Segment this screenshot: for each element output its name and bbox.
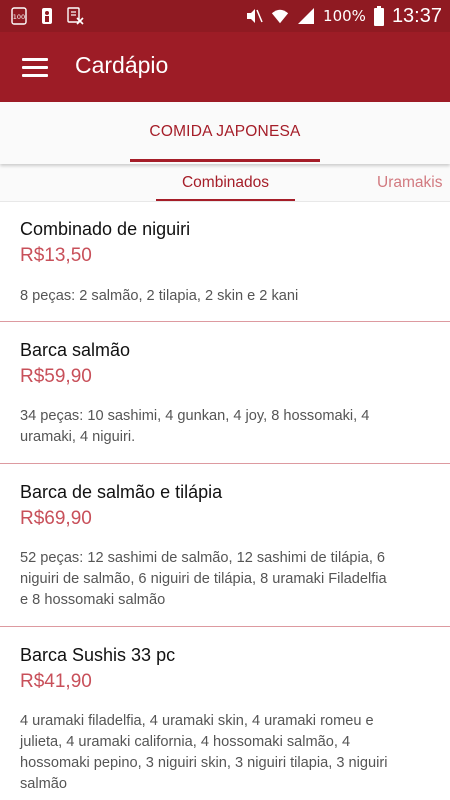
menu-list[interactable]: Combinado de niguiri R$13,50 8 peças: 2 … (0, 202, 450, 800)
page-title: Cardápio (75, 52, 169, 78)
item-price: R$59,90 (20, 366, 92, 387)
item-name: Barca Sushis 33 pc (20, 645, 176, 665)
notification-icons: 100 (10, 7, 84, 25)
tab-comida-japonesa[interactable]: COMIDA JAPONESA (130, 102, 320, 164)
description-line: 4 uramaki filadelfia, 4 uramaki skin, 4 … (20, 713, 374, 729)
item-name: Barca salmão (20, 340, 131, 360)
tab-uramakis[interactable]: Uramakis (377, 164, 443, 201)
list-item[interactable]: Barca Sushis 33 pc R$41,90 4 uramaki fil… (0, 627, 450, 800)
description-line: hossomaki pepino, 3 niguiri skin, 3 nigu… (20, 755, 388, 771)
tab-indicator (130, 159, 320, 162)
description-line: uramaki, 4 niguiri. (20, 429, 136, 445)
item-name: Combinado de niguiri (20, 219, 191, 239)
list-item[interactable]: Barca de salmão e tilápia R$69,90 52 peç… (0, 464, 450, 627)
clock: 13:37 (391, 4, 442, 27)
notification-100-icon: 100 (11, 7, 27, 25)
sub-tabs: Combinados Uramakis (0, 164, 450, 202)
item-price: R$69,90 (20, 508, 92, 529)
description-line: julieta, 4 uramaki california, 4 hossoma… (20, 734, 351, 750)
tab-label: COMIDA JAPONESA (149, 123, 301, 140)
status-bar: 100 100% 13:37 (0, 0, 450, 32)
download-notification-icon (67, 7, 84, 25)
item-description: 4 uramaki filadelfia, 4 uramaki skin, 4 … (20, 711, 387, 795)
description-line: e 8 hossomaki salmão (20, 592, 166, 608)
item-name: Barca de salmão e tilápia (20, 482, 223, 502)
list-item[interactable]: Barca salmão R$59,90 34 peças: 10 sashim… (0, 322, 450, 464)
item-description: 8 peças: 2 salmão, 2 tilapia, 2 skin e 2… (20, 286, 298, 307)
svg-text:100: 100 (13, 13, 25, 21)
system-status: 100% 13:37 (245, 0, 442, 32)
mute-icon (247, 9, 263, 23)
tab-label: Combinados (181, 174, 270, 191)
item-price: R$13,50 (20, 245, 92, 266)
hamburger-menu-icon[interactable] (18, 50, 52, 84)
signal-icon (298, 8, 315, 24)
battery-icon (373, 6, 384, 26)
battery-percent: 100% (323, 7, 366, 25)
wifi-icon (271, 9, 289, 24)
item-price: R$41,90 (20, 671, 92, 692)
description-line: 8 peças: 2 salmão, 2 tilapia, 2 skin e 2… (20, 288, 299, 304)
description-line: 52 peças: 12 sashimi de salmão, 12 sashi… (20, 550, 386, 566)
description-line: salmão (20, 776, 68, 792)
tab-combinados[interactable]: Combinados (156, 164, 295, 201)
item-description: 52 peças: 12 sashimi de salmão, 12 sashi… (20, 548, 387, 611)
description-line: niguiri de salmão, 6 niguiri de tilápia,… (20, 571, 387, 587)
description-line: 34 peças: 10 sashimi, 4 gunkan, 4 joy, 8… (20, 408, 370, 424)
app-bar: Cardápio (0, 32, 450, 102)
tab-label: Uramakis (377, 174, 443, 191)
category-tabs: COMIDA JAPONESA (0, 102, 450, 164)
list-item[interactable]: Combinado de niguiri R$13,50 8 peças: 2 … (0, 202, 450, 322)
item-description: 34 peças: 10 sashimi, 4 gunkan, 4 joy, 8… (20, 406, 369, 448)
nba-app-icon (42, 8, 52, 24)
